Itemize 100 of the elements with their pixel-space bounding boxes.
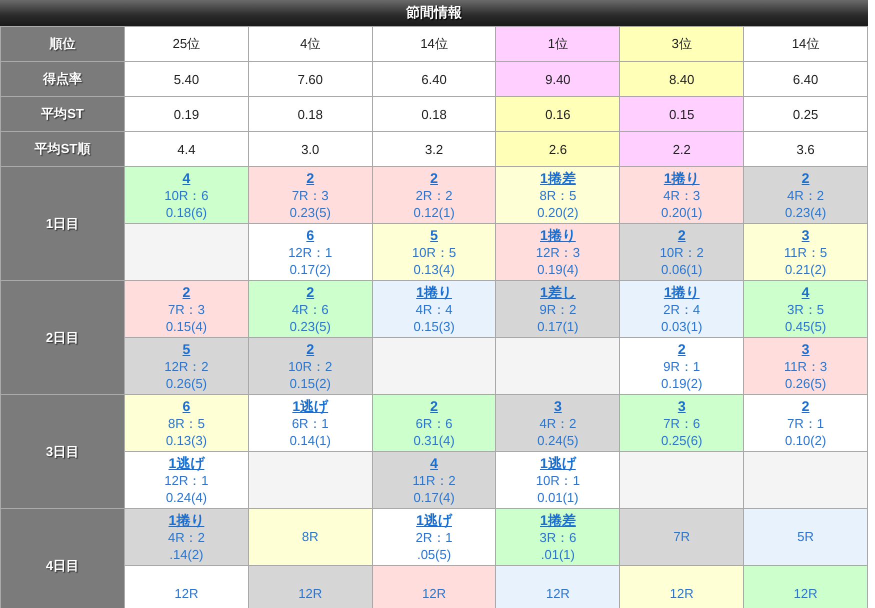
race-number: 12R bbox=[794, 586, 818, 601]
result-link[interactable]: 4 bbox=[802, 284, 810, 300]
row-header: 1日目 bbox=[0, 166, 124, 280]
table-cell: 0.18 bbox=[248, 96, 372, 132]
row-header: 4日目 bbox=[0, 508, 124, 608]
result-link[interactable]: 1逃げ bbox=[168, 454, 204, 472]
race-result: 3R：5 bbox=[787, 300, 824, 318]
race-result: 12R：1 bbox=[164, 472, 208, 488]
result-link[interactable]: 1捲り bbox=[664, 284, 700, 300]
start-timing: 0.19(4) bbox=[537, 260, 578, 278]
table-cell: 4.4 bbox=[124, 132, 248, 166]
race-result: 9R：2 bbox=[539, 300, 576, 318]
race-number: 7R bbox=[673, 529, 690, 544]
race-number: 5R bbox=[797, 529, 814, 544]
row-header: 平均ST順 bbox=[0, 132, 124, 166]
start-timing: 0.26(5) bbox=[166, 374, 208, 392]
start-timing: 0.01(1) bbox=[537, 488, 578, 506]
race-number: 12R bbox=[298, 586, 322, 601]
result-link[interactable]: 1逃げ bbox=[292, 398, 328, 414]
start-timing: 0.13(4) bbox=[413, 260, 455, 278]
result-link[interactable]: 2 bbox=[678, 226, 686, 244]
result-link[interactable]: 3 bbox=[554, 398, 562, 414]
result-link[interactable]: 1差し bbox=[540, 284, 576, 300]
start-timing: 0.20(1) bbox=[661, 204, 702, 220]
result-link[interactable]: 3 bbox=[802, 226, 810, 244]
result-link[interactable]: 1捲り bbox=[664, 170, 700, 186]
row-header: 得点率 bbox=[0, 62, 124, 96]
start-timing: 0.45(5) bbox=[784, 318, 826, 334]
result-link[interactable]: 2 bbox=[678, 340, 686, 358]
start-timing: 0.15(2) bbox=[290, 374, 331, 392]
result-link[interactable]: 6 bbox=[306, 226, 314, 244]
table-cell: 6.40 bbox=[372, 62, 496, 96]
row-header: 3日目 bbox=[0, 394, 124, 508]
race-result: 11R：5 bbox=[784, 244, 828, 260]
start-timing: 0.31(4) bbox=[413, 432, 455, 448]
table-cell: 3.0 bbox=[248, 132, 372, 166]
result-link[interactable]: 2 bbox=[306, 340, 314, 358]
race-result: 6R：6 bbox=[416, 414, 452, 432]
start-timing: 0.17(4) bbox=[413, 488, 455, 506]
result-link[interactable]: 1捲差 bbox=[540, 512, 576, 528]
start-timing: 0.06(1) bbox=[661, 260, 702, 278]
row-header: 平均ST bbox=[0, 96, 124, 132]
start-timing: 0.15(4) bbox=[166, 318, 208, 334]
result-link[interactable]: 1逃げ bbox=[540, 454, 576, 472]
result-link[interactable]: 2 bbox=[430, 398, 438, 414]
result-link[interactable]: 2 bbox=[182, 284, 190, 300]
result-link[interactable]: 2 bbox=[430, 170, 438, 186]
start-timing: 0.17(2) bbox=[290, 260, 331, 278]
race-result: 10R：1 bbox=[536, 472, 580, 488]
row-header: 2日目 bbox=[0, 280, 124, 394]
race-result: 9R：1 bbox=[663, 358, 700, 374]
table-cell: 5.40 bbox=[124, 62, 248, 96]
table-cell: 25位 bbox=[124, 26, 248, 62]
race-number: 12R bbox=[670, 586, 694, 601]
start-timing: 0.26(5) bbox=[784, 374, 826, 392]
race-result: 7R：1 bbox=[787, 414, 824, 432]
result-link[interactable]: 2 bbox=[306, 284, 314, 300]
table-cell: 0.18 bbox=[372, 96, 496, 132]
result-link[interactable]: 2 bbox=[802, 170, 810, 186]
table-cell: 14位 bbox=[744, 26, 868, 62]
result-link[interactable]: 1捲差 bbox=[540, 170, 576, 186]
start-timing: 0.24(5) bbox=[537, 432, 578, 448]
result-link[interactable]: 5 bbox=[430, 226, 438, 244]
race-result: 7R：6 bbox=[663, 414, 700, 432]
table-cell: 2.2 bbox=[620, 132, 744, 166]
table-title: 節間情報 bbox=[406, 4, 462, 22]
result-link[interactable]: 1捲り bbox=[540, 226, 576, 244]
table-cell: 3.6 bbox=[744, 132, 868, 166]
start-timing: .14(2) bbox=[169, 546, 204, 562]
race-result: 10R：2 bbox=[660, 244, 704, 260]
table-cell: 3.2 bbox=[372, 132, 496, 166]
race-result: 12R：3 bbox=[536, 244, 580, 260]
result-link[interactable]: 6 bbox=[182, 398, 190, 414]
race-result: 4R：4 bbox=[416, 300, 452, 318]
result-link[interactable]: 1捲り bbox=[168, 512, 204, 528]
result-link[interactable]: 4 bbox=[182, 170, 190, 186]
result-link[interactable]: 5 bbox=[182, 340, 190, 358]
result-link[interactable]: 3 bbox=[678, 398, 686, 414]
result-link[interactable]: 1捲り bbox=[416, 284, 452, 300]
start-timing: 0.15(3) bbox=[413, 318, 455, 334]
table-cell: 9.40 bbox=[496, 62, 620, 96]
start-timing: .01(1) bbox=[540, 546, 575, 562]
race-result: 4R：6 bbox=[292, 300, 329, 318]
table-cell: 4位 bbox=[248, 26, 372, 62]
table-cell: 0.19 bbox=[124, 96, 248, 132]
start-timing: 0.19(2) bbox=[661, 374, 702, 392]
result-link[interactable]: 4 bbox=[430, 454, 438, 472]
result-link[interactable]: 1逃げ bbox=[416, 512, 452, 528]
race-result: 4R：3 bbox=[663, 186, 700, 204]
result-link[interactable]: 3 bbox=[802, 340, 810, 358]
race-result: 2R：2 bbox=[416, 186, 452, 204]
result-link[interactable]: 2 bbox=[306, 170, 314, 186]
race-result: 2R：1 bbox=[416, 528, 452, 546]
start-timing: .05(5) bbox=[417, 546, 452, 562]
result-link[interactable]: 2 bbox=[802, 398, 810, 414]
start-timing: 0.17(1) bbox=[537, 318, 578, 334]
race-result: 8R：5 bbox=[168, 414, 205, 432]
race-result: 12R：2 bbox=[164, 358, 208, 374]
race-result: 10R：5 bbox=[412, 244, 456, 260]
race-result: 4R：2 bbox=[787, 186, 824, 204]
